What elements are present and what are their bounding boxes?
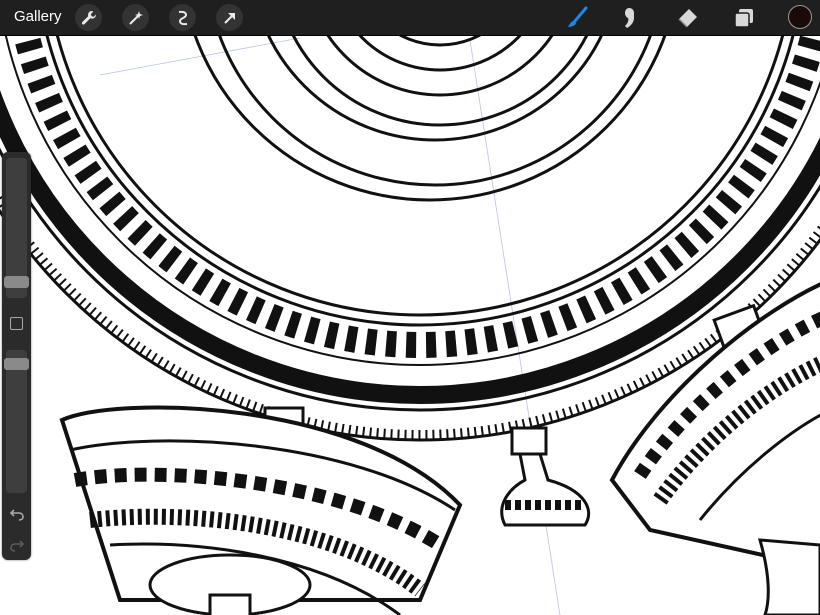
layers-icon[interactable] [731,5,757,31]
drawing-canvas[interactable] [0,0,820,615]
gallery-button[interactable]: Gallery [14,8,62,25]
brush-icon[interactable] [564,5,590,31]
brush-size-slider[interactable] [4,158,29,298]
left-sidebar [2,152,31,560]
bulb-drawing [500,426,591,527]
smudge-icon[interactable] [618,5,644,31]
brush-size-thumb[interactable] [4,276,29,288]
opacity-slider[interactable] [4,350,29,493]
eraser-icon[interactable] [674,5,700,31]
magic-wand-icon[interactable] [122,4,149,31]
top-toolbar: Gallery [0,0,820,36]
opacity-thumb[interactable] [4,358,29,370]
undo-icon[interactable] [9,506,25,522]
color-swatch[interactable] [788,5,812,29]
transform-arrow-icon[interactable] [216,4,243,31]
redo-icon[interactable] [9,537,25,553]
wrench-icon[interactable] [75,4,102,31]
selection-icon[interactable] [169,4,196,31]
modify-button[interactable] [10,317,23,330]
